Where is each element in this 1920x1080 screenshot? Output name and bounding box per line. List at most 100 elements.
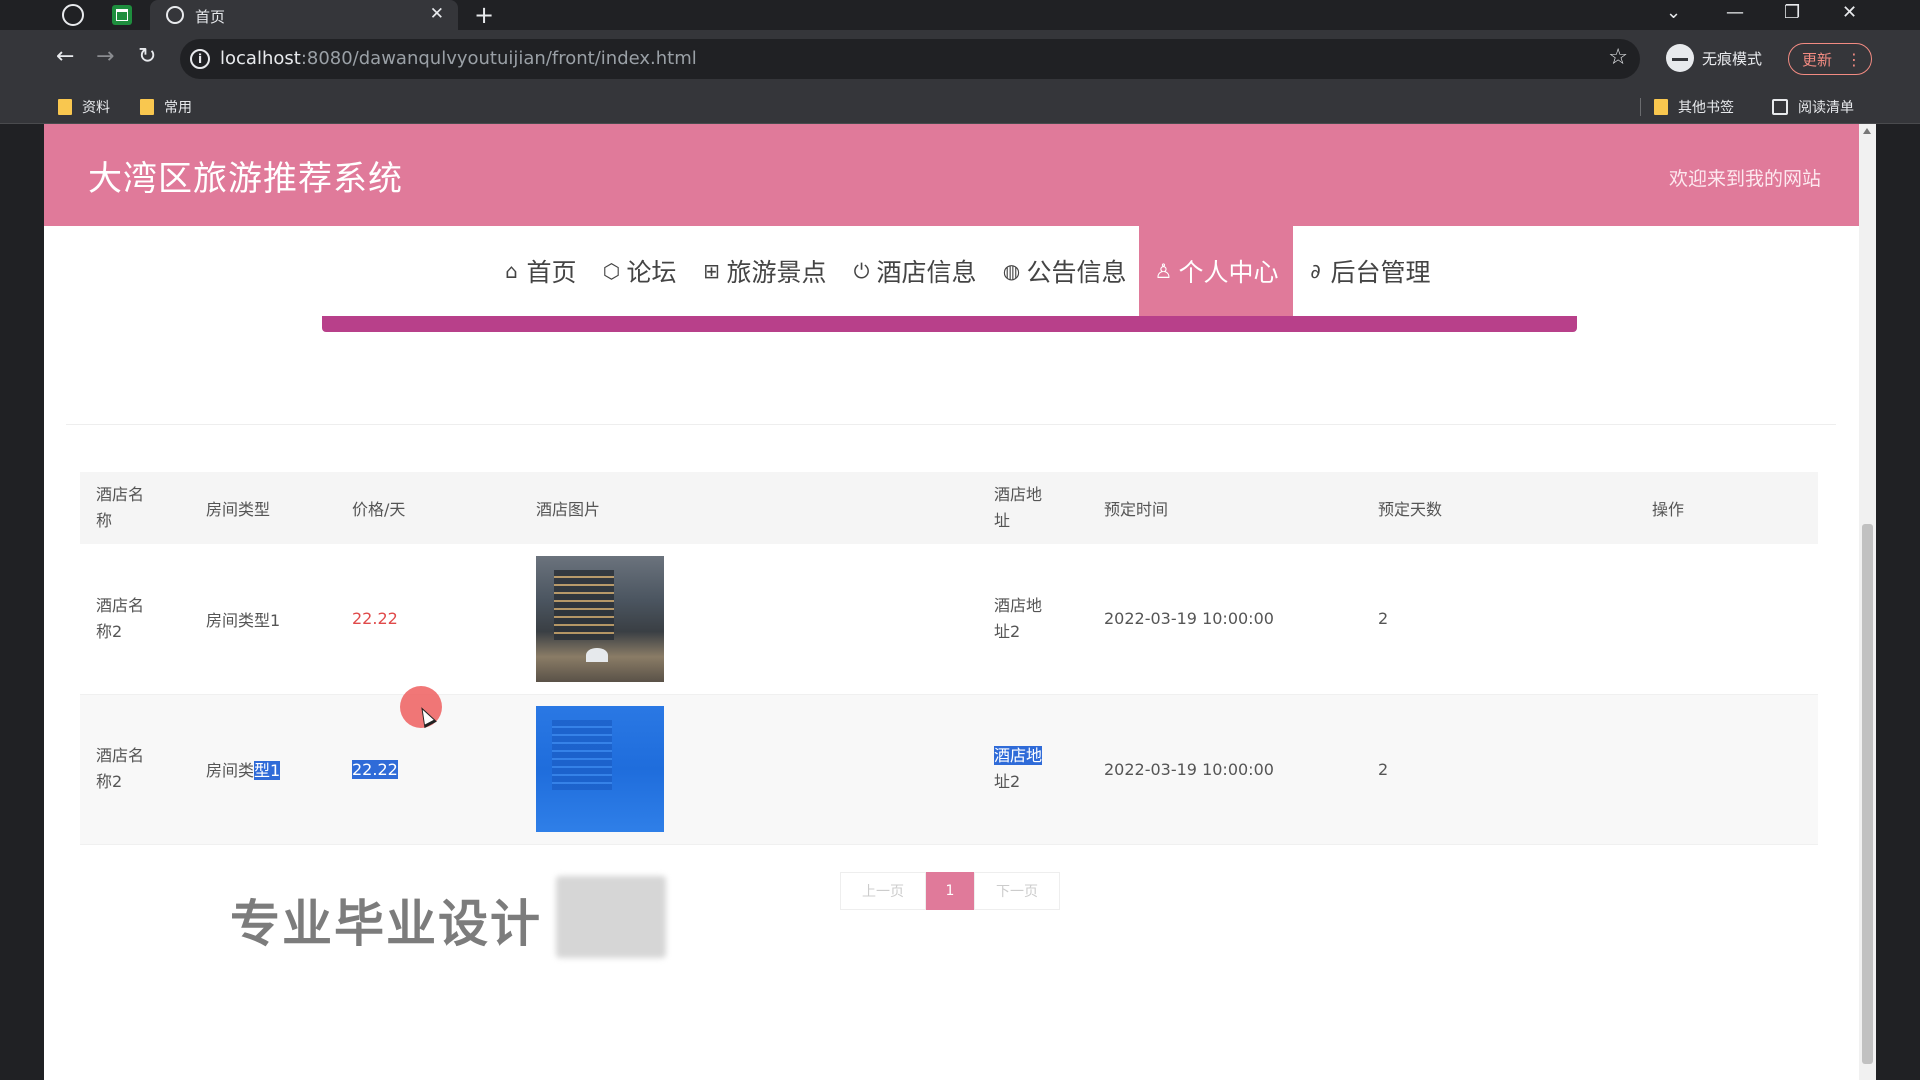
nav-label: 首页 (526, 258, 577, 287)
page-scrollbar[interactable] (1859, 124, 1876, 1080)
selected-text: 22.22 (352, 759, 398, 779)
nav-item-admin[interactable]: ∂ 后台管理 (1293, 226, 1443, 316)
col-price: 价格/天 (336, 472, 520, 544)
cell-room-type: 房间类型1 (190, 694, 336, 845)
tab-search-chevron-icon[interactable]: ⌄ (1666, 2, 1681, 23)
globe-icon: ◍ (1002, 259, 1021, 283)
restore-icon[interactable]: ❐ (1784, 2, 1800, 23)
nav-item-forum[interactable]: ⬡ 论坛 (588, 226, 688, 316)
link-icon: ∂ (1310, 259, 1321, 283)
active-tab[interactable]: 首页 ✕ (150, 0, 458, 30)
scrollbar-thumb[interactable] (1862, 524, 1873, 1064)
table-row: 酒店名称2 房间类型1 22.22 酒店地址2 2022-03-19 10:00… (80, 544, 1818, 695)
col-booking-days: 预定天数 (1362, 472, 1636, 544)
folder-icon (140, 99, 154, 115)
cube-icon: ⬡ (602, 259, 621, 283)
cell-hotel-address: 酒店地址2 (978, 544, 1088, 695)
cell-room-type: 房间类型1 (190, 544, 336, 695)
table-row: 酒店名称2 房间类型1 22.22 酒店地址2 2022-03-19 10:00… (80, 694, 1818, 845)
nav-item-home[interactable]: ⌂ 首页 (488, 226, 588, 316)
divider (66, 424, 1836, 425)
site-header: 大湾区旅游推荐系统 欢迎来到我的网站 (44, 124, 1859, 226)
col-room-type: 房间类型 (190, 472, 336, 544)
gift-icon: ⊞ (703, 259, 720, 283)
pinned-tab-sheets-icon[interactable] (112, 5, 132, 25)
cell-price: 22.22 (336, 544, 520, 695)
new-tab-plus-icon[interactable]: + (474, 1, 494, 29)
browser-tab-strip: 首页 ✕ + ⌄ — ❐ ✕ (0, 0, 1920, 30)
back-arrow-icon[interactable]: ← (56, 44, 74, 69)
nav-label: 后台管理 (1330, 258, 1431, 287)
site-title: 大湾区旅游推荐系统 (88, 159, 403, 199)
nav-label: 公告信息 (1026, 258, 1127, 287)
bookmark-star-icon[interactable]: ☆ (1608, 45, 1628, 70)
window-close-icon[interactable]: ✕ (1842, 2, 1857, 23)
incognito-label: 无痕模式 (1702, 49, 1763, 68)
incognito-icon (1666, 44, 1694, 72)
col-hotel-address: 酒店地址 (978, 472, 1088, 544)
minimize-icon[interactable]: — (1726, 2, 1744, 23)
other-bookmarks-label: 其他书签 (1678, 100, 1734, 116)
scroll-up-arrow-icon[interactable] (1863, 128, 1871, 134)
pinned-tab-globe-icon[interactable] (62, 4, 84, 26)
bookmark-folder-ziliao[interactable]: 资料 (58, 97, 110, 117)
cell-hotel-image (520, 544, 978, 695)
nav-item-hotels[interactable]: ⏻ 酒店信息 (838, 226, 988, 316)
selected-text: 型1 (254, 761, 281, 780)
home-icon: ⌂ (505, 259, 518, 283)
update-label: 更新 (1802, 50, 1833, 69)
page-number-button[interactable]: 1 (926, 872, 974, 910)
incognito-indicator[interactable]: 无痕模式 (1666, 44, 1762, 72)
site-info-icon[interactable]: i (190, 49, 210, 69)
bookmark-label: 资料 (82, 100, 110, 116)
power-icon: ⏻ (853, 259, 870, 283)
other-bookmarks[interactable]: 其他书签 (1654, 97, 1734, 117)
cell-hotel-address: 酒店地址2 (978, 694, 1088, 845)
nav-label: 酒店信息 (876, 258, 977, 287)
site-welcome: 欢迎来到我的网站 (1668, 168, 1821, 190)
col-hotel-image: 酒店图片 (520, 472, 978, 544)
browser-toolbar: ← → ↻ i localhost:8080/dawanqulvyoutuiji… (0, 30, 1920, 90)
prev-page-button[interactable]: 上一页 (840, 872, 926, 910)
nav-label: 旅游景点 (726, 258, 827, 287)
cell-action (1636, 694, 1818, 845)
next-page-button[interactable]: 下一页 (974, 872, 1060, 910)
nav-item-attractions[interactable]: ⊞ 旅游景点 (688, 226, 838, 316)
reading-list-label: 阅读清单 (1798, 100, 1854, 116)
bookmarks-divider (1640, 98, 1641, 116)
cell-booking-days: 2 (1362, 694, 1636, 845)
menu-kebab-icon[interactable]: ⋮ (1846, 50, 1862, 69)
reading-list[interactable]: 阅读清单 (1772, 97, 1854, 117)
cell-hotel-name: 酒店名称2 (80, 694, 190, 845)
update-button[interactable]: 更新 ⋮ (1788, 43, 1872, 75)
folder-icon (1654, 99, 1668, 115)
hotel-orders-table: 酒店名称 房间类型 价格/天 酒店图片 酒店地址 预定时间 预定天数 操作 酒店… (80, 472, 1818, 845)
forward-arrow-icon[interactable]: → (96, 44, 114, 69)
url-text[interactable]: localhost:8080/dawanqulvyoutuijian/front… (220, 48, 697, 69)
main-nav: ⌂ 首页 ⬡ 论坛 ⊞ 旅游景点 ⏻ 酒店信息 ◍ 公告信息 ♙ 个人中心 ∂ … (44, 226, 1859, 316)
folder-icon (58, 99, 72, 115)
pagination: 上一页 1 下一页 (840, 872, 1060, 910)
tab-title: 首页 (195, 8, 226, 26)
watermark-blur (556, 876, 666, 958)
user-icon: ♙ (1154, 259, 1173, 283)
nav-label: 个人中心 (1178, 258, 1279, 287)
nav-label: 论坛 (626, 258, 677, 287)
window-edge (1876, 124, 1920, 1080)
selected-text: 酒店地 (994, 746, 1043, 765)
cell-hotel-image (520, 694, 978, 845)
cell-booking-time: 2022-03-19 10:00:00 (1088, 694, 1362, 845)
bookmark-label: 常用 (164, 100, 192, 116)
cell-action (1636, 544, 1818, 695)
cell-booking-time: 2022-03-19 10:00:00 (1088, 544, 1362, 695)
address-bar[interactable]: i localhost:8080/dawanqulvyoutuijian/fro… (180, 39, 1640, 79)
web-page: 大湾区旅游推荐系统 欢迎来到我的网站 ⌂ 首页 ⬡ 论坛 ⊞ 旅游景点 ⏻ 酒店… (44, 124, 1859, 1080)
hotel-photo-selected (536, 706, 664, 832)
reload-icon[interactable]: ↻ (138, 44, 156, 69)
nav-item-notices[interactable]: ◍ 公告信息 (989, 226, 1139, 316)
bookmark-folder-changyong[interactable]: 常用 (140, 97, 192, 117)
tab-favicon-globe-icon (166, 6, 184, 24)
tab-close-icon[interactable]: ✕ (430, 4, 444, 24)
hotel-photo (536, 555, 664, 682)
nav-item-personal-center[interactable]: ♙ 个人中心 (1138, 226, 1293, 316)
